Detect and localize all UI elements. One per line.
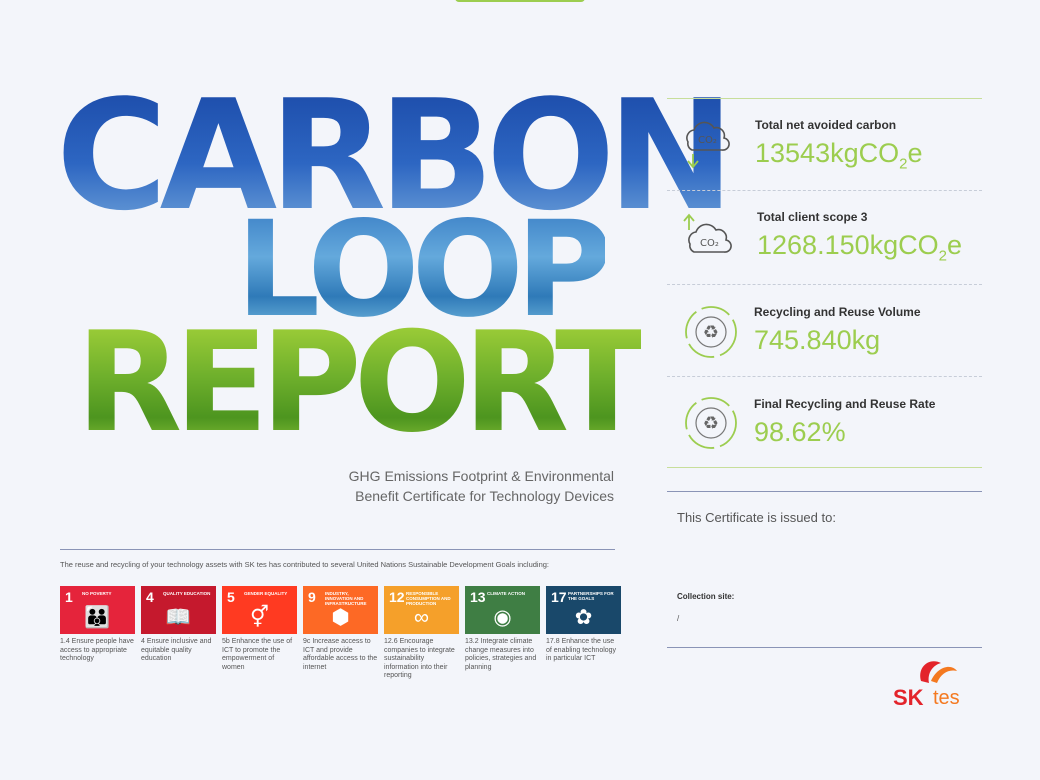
sdg-tile: 17 PARTNERSHIPS FOR THE GOALS ✿: [546, 586, 621, 634]
collection-site-value: /: [677, 614, 680, 623]
sdg-name: QUALITY EDUCATION: [163, 591, 211, 596]
sdg-intro-text: The reuse and recycling of your technolo…: [60, 560, 550, 569]
sdg-description: 4 Ensure inclusive and equitable quality…: [141, 638, 212, 662]
metric-divider: [667, 284, 982, 285]
client-scope-3-number: 1268.150kgCO: [757, 230, 939, 260]
certificate-bottom-line: [667, 647, 982, 648]
sdg-goal-icon: ⚥: [250, 606, 269, 629]
certificate-subtitle: GHG Emissions Footprint & Environmental …: [234, 466, 614, 506]
sdg-goal-icon: ∞: [414, 606, 429, 629]
svg-text:♻: ♻: [703, 322, 719, 343]
avoided-carbon-number: 13543kgCO: [755, 138, 900, 168]
sdg-description: 5b Enhance the use of ICT to promote the…: [222, 638, 293, 671]
logo-tes-text: tes: [933, 687, 960, 709]
sdg-number: 4: [146, 589, 154, 605]
metric-divider: [667, 376, 982, 377]
sdg-goal-13: 13 CLIMATE ACTION ◉ 13.2 Integrate climate …: [465, 586, 540, 681]
co2-down-label: CO₂: [698, 135, 717, 146]
sdg-tile: 13 CLIMATE ACTION ◉: [465, 586, 540, 634]
sdg-name: PARTNERSHIPS FOR THE GOALS: [568, 591, 614, 601]
sdg-goal-17: 17 PARTNERSHIPS FOR THE GOALS ✿ 17.8 Enhanc…: [546, 586, 621, 681]
metric-value-avoided-carbon: 13543kgCO2e: [755, 138, 922, 179]
metric-value-client-scope-3: 1268.150kgCO2e: [757, 230, 962, 271]
recycle-rate-icon: ♻: [685, 397, 737, 449]
sdg-number: 13: [470, 589, 486, 605]
sk-tes-logo: SK tes: [885, 655, 985, 715]
co2-up-label: CO₂: [700, 238, 719, 249]
metric-value-recycling-rate: 98.62%: [754, 417, 846, 447]
issued-to-label: This Certificate is issued to:: [677, 510, 836, 525]
sdg-name: NO POVERTY: [82, 591, 112, 596]
sdg-divider: [60, 549, 615, 550]
logo-sk-text: SK: [893, 685, 924, 710]
sdg-goals-row: 1 NO POVERTY 👪 1.4 Ensure people have acces…: [60, 586, 621, 681]
metric-label-recycling-volume: Recycling and Reuse Volume: [754, 305, 921, 319]
sdg-description: 1.4 Ensure people have access to appropr…: [60, 638, 134, 662]
certificate-top-line: [667, 491, 982, 492]
sdg-number: 17: [551, 589, 567, 605]
sdg-number: 9: [308, 589, 316, 605]
sdg-goal-4: 4 QUALITY EDUCATION 📖 4 Ensure inclusive an…: [141, 586, 216, 681]
metric-label-avoided-carbon: Total net avoided carbon: [755, 118, 897, 132]
sdg-tile: 1 NO POVERTY 👪: [60, 586, 135, 634]
sdg-number: 1: [65, 589, 73, 605]
sdg-tile: 5 GENDER EQUALITY ⚥: [222, 586, 297, 634]
sdg-goal-icon: 📖: [165, 606, 192, 629]
sdg-description: 12.6 Encourage companies to integrate su…: [384, 638, 455, 679]
sdg-goal-icon: ⬢: [331, 606, 350, 629]
sk-butterfly-icon: [920, 661, 957, 683]
sdg-tile: 9 INDUSTRY, INNOVATION AND INFRASTRUCTURE…: [303, 586, 378, 634]
sdg-description: 17.8 Enhance the use of enabling technol…: [546, 638, 617, 662]
sdg-goal-1: 1 NO POVERTY 👪 1.4 Ensure people have acces…: [60, 586, 135, 681]
sdg-goal-icon: 👪: [84, 606, 111, 629]
sdg-number: 12: [389, 589, 405, 605]
panel-top-line: [667, 98, 982, 99]
sdg-name: CLIMATE ACTION: [487, 591, 525, 596]
sdg-goal-5: 5 GENDER EQUALITY ⚥ 5b Enhance the use of I…: [222, 586, 297, 681]
sdg-tile: 12 RESPONSIBLE CONSUMPTION AND PRODUCTION…: [384, 586, 459, 634]
title-report: REPORT: [76, 302, 649, 463]
client-scope-3-unit-end: e: [946, 230, 963, 260]
metrics-bottom-line: [667, 467, 982, 468]
svg-text:♻: ♻: [703, 413, 719, 434]
sdg-name: INDUSTRY, INNOVATION AND INFRASTRUCTURE: [325, 591, 367, 606]
metric-label-recycling-rate: Final Recycling and Reuse Rate: [754, 397, 936, 411]
sdg-goal-icon: ✿: [574, 606, 593, 629]
collection-site-label: Collection site:: [677, 592, 735, 601]
sdg-name: RESPONSIBLE CONSUMPTION AND PRODUCTION: [406, 591, 451, 606]
sdg-goal-12: 12 RESPONSIBLE CONSUMPTION AND PRODUCTION…: [384, 586, 459, 681]
sdg-goal-9: 9 INDUSTRY, INNOVATION AND INFRASTRUCTURE…: [303, 586, 378, 681]
sdg-description: 9c Increase access to ICT and provide af…: [303, 638, 378, 671]
co2-down-icon: CO₂: [686, 121, 730, 169]
client-scope-3-subscript: 2: [938, 247, 947, 265]
sdg-tile: 4 QUALITY EDUCATION 📖: [141, 586, 216, 634]
sdg-number: 5: [227, 589, 235, 605]
subtitle-line-2: Benefit Certificate for Technology Devic…: [355, 488, 614, 504]
metric-divider: [667, 190, 982, 191]
avoided-carbon-unit-end: e: [907, 138, 923, 168]
sdg-goal-icon: ◉: [493, 606, 512, 629]
co2-up-icon: CO₂: [683, 213, 732, 253]
top-accent-pill: [455, 0, 585, 2]
subtitle-line-1: GHG Emissions Footprint & Environmental: [348, 468, 614, 484]
sdg-description: 13.2 Integrate climate change measures i…: [465, 638, 537, 671]
metric-label-client-scope-3: Total client scope 3: [757, 210, 868, 224]
sdg-name: GENDER EQUALITY: [244, 591, 288, 596]
recycle-icon: ♻: [685, 306, 737, 358]
metric-value-recycling-volume: 745.840kg: [754, 325, 881, 355]
